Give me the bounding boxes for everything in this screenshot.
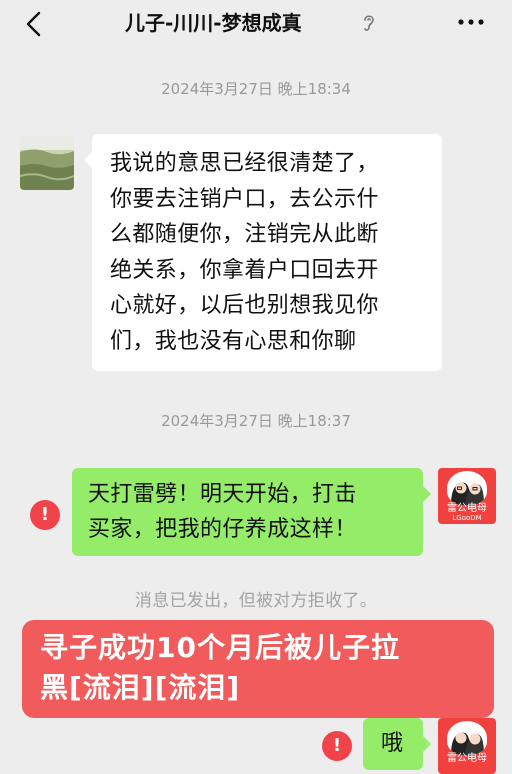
avatar-brand-text: 雷公电母 — [447, 753, 487, 764]
outgoing-message-bubble[interactable]: 天打雷劈！明天开始，打击 买家，把我的仔养成这样！ — [72, 468, 431, 556]
incoming-message-bubble[interactable]: 我说的意思已经很清楚了， 你要去注销户口，去公示什 么都随便你，注销完从此断 绝… — [84, 134, 442, 371]
message-text: 哦 — [381, 731, 404, 756]
message-line: 们，我也没有心思和你聊 — [110, 328, 357, 354]
message-rejected-notice: 消息已发出，但被对方拒收了。 — [134, 591, 378, 611]
caption-line: 黑[流泪][流泪] — [40, 671, 241, 704]
contact-avatar[interactable] — [20, 136, 74, 190]
outgoing-message-bubble[interactable]: 哦 — [363, 718, 431, 770]
self-avatar[interactable]: 雷公电母 LGooDM — [438, 468, 496, 524]
timestamp: 2024年3月27日 晚上18:37 — [161, 412, 351, 430]
overlay-caption: 寻子成功10个月后被儿子拉 黑[流泪][流泪] — [22, 620, 494, 718]
message-line: 心就好，以后也别想我见你 — [110, 293, 379, 318]
earpiece-mode-icon[interactable] — [360, 12, 378, 34]
chevron-left-icon[interactable] — [22, 10, 46, 38]
timestamp: 2024年3月27日 晚上18:34 — [161, 80, 351, 98]
chat-title: 儿子-川川-梦想成真 — [125, 11, 302, 35]
message-line: 么都随便你，注销完从此断 — [110, 222, 379, 247]
chat-header: 儿子-川川-梦想成真 — [0, 0, 512, 48]
send-failed-icon[interactable]: ! — [30, 500, 60, 530]
caption-line: 寻子成功10个月后被儿子拉 — [40, 631, 400, 664]
message-line: 我说的意思已经很清楚了， — [110, 151, 379, 176]
message-line: 天打雷劈！明天开始，打击 — [88, 482, 357, 507]
avatar-portrait — [447, 721, 487, 755]
send-failed-icon[interactable]: ! — [322, 731, 352, 761]
message-line: 绝关系，你拿着户口回去开 — [110, 257, 379, 283]
self-avatar[interactable]: 雷公电母 — [438, 718, 496, 774]
avatar-portrait — [447, 471, 487, 505]
message-line: 你要去注销户口，去公示什 — [110, 186, 379, 212]
message-line: 买家，把我的仔养成这样！ — [88, 517, 357, 542]
avatar-brand-latin: LGooDM — [452, 514, 482, 522]
more-dots-icon[interactable] — [456, 12, 486, 32]
avatar-brand-text: 雷公电母 — [447, 503, 487, 514]
